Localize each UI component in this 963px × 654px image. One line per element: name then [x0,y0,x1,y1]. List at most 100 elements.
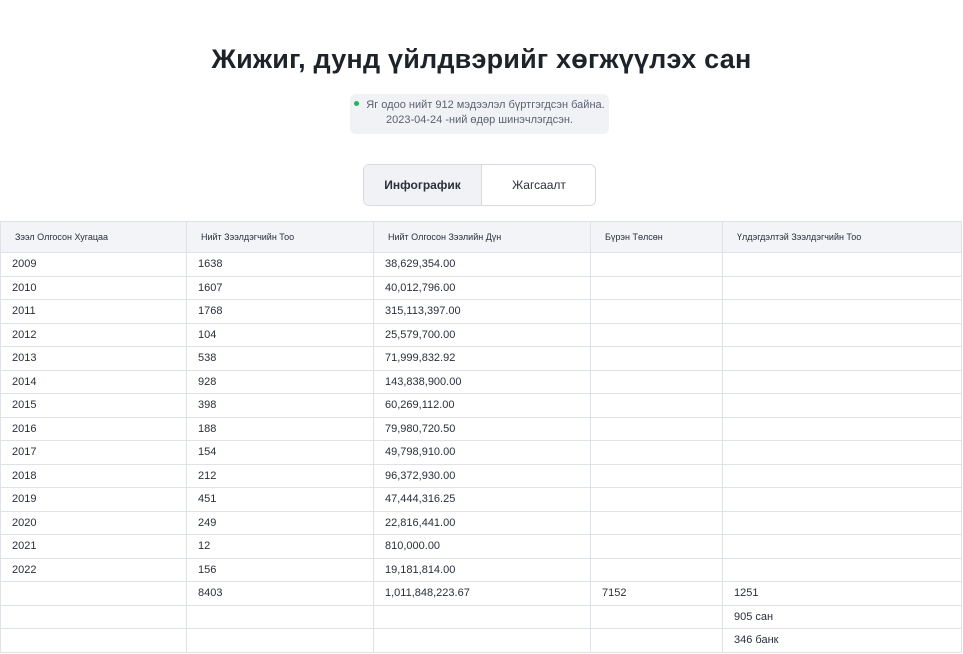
table-cell [722,299,962,324]
table-row: 2011 1768 315,113,397.00 [0,299,962,324]
table-cell [722,557,962,582]
table-row: 8403 1,011,848,223.67 7152 1251 [0,581,962,606]
table-row: 2013 538 71,999,832.92 [0,346,962,371]
table-cell [722,252,962,277]
table-cell: 1251 [722,581,962,606]
table-cell [590,369,723,394]
table-cell: 7152 [590,581,723,606]
table-cell: 2018 [0,463,187,488]
table-cell [590,252,723,277]
table-cell: 2014 [0,369,187,394]
table-row: 905 сан [0,604,962,629]
table-cell: 2009 [0,252,187,277]
table-cell [590,416,723,441]
table-cell [590,487,723,512]
notice-text-2: 2023-04-24 -ний өдөр шинэчлэгдсэн. [386,114,573,126]
table-cell: 188 [186,416,374,441]
table-cell: 315,113,397.00 [373,299,591,324]
table-cell: 810,000.00 [373,534,591,559]
table-cell: 928 [186,369,374,394]
table-cell [590,534,723,559]
table-cell [590,604,723,629]
table-cell [590,346,723,371]
table-cell [373,628,591,653]
table-cell [590,510,723,535]
table-cell: 212 [186,463,374,488]
status-dot-icon [354,100,360,106]
page-title: Жижиг, дунд үйлдвэрийг хөгжүүлэх сан [211,44,752,74]
table-row: 2020 249 22,816,441.00 [0,510,962,535]
table-cell: 2012 [0,322,187,347]
table-cell: 19,181,814.00 [373,557,591,582]
table-row: 2010 1607 40,012,796.00 [0,275,962,300]
table-cell [722,510,962,535]
table-row: 2009 1638 38,629,354.00 [0,252,962,277]
column-header: Үлдэгдэлтэй Зээлдэгчийн Тоо [722,221,962,253]
update-notice: Яг одоо нийт 912 мэдээлэл бүртгэгдсэн ба… [350,94,609,134]
table-cell: 451 [186,487,374,512]
table-header-row: Зээл Олгосон Хугацаа Нийт Зээлдэгчийн То… [0,221,962,253]
table-cell: 2021 [0,534,187,559]
table-cell [0,604,187,629]
table-cell [722,369,962,394]
column-header: Нийт Зээлдэгчийн Тоо [186,221,374,253]
table-cell: 143,838,900.00 [373,369,591,394]
table-cell: 2013 [0,346,187,371]
table-row: 2016 188 79,980,720.50 [0,416,962,441]
table-row: 2017 154 49,798,910.00 [0,440,962,465]
table-cell: 249 [186,510,374,535]
table-cell [590,557,723,582]
table-cell: 47,444,316.25 [373,487,591,512]
table-cell: 71,999,832.92 [373,346,591,371]
table-cell: 38,629,354.00 [373,252,591,277]
table-cell [722,416,962,441]
table-cell: 154 [186,440,374,465]
table-cell [722,346,962,371]
table-cell [590,393,723,418]
table-cell: 40,012,796.00 [373,275,591,300]
notice-line-1: Яг одоо нийт 912 мэдээлэл бүртгэгдсэн ба… [350,98,609,113]
table-cell: 2015 [0,393,187,418]
table-cell: 79,980,720.50 [373,416,591,441]
table-cell [722,487,962,512]
table-cell [0,581,187,606]
table-cell [722,322,962,347]
table-cell: 25,579,700.00 [373,322,591,347]
table-cell: 1768 [186,299,374,324]
table-cell [722,463,962,488]
table-row: 2021 12 810,000.00 [0,534,962,559]
table-cell: 1638 [186,252,374,277]
notice-text-1: Яг одоо нийт 912 мэдээлэл бүртгэгдсэн ба… [366,99,605,111]
table-cell: 12 [186,534,374,559]
tab-infographic[interactable]: Инфографик [364,165,482,205]
table-cell [722,275,962,300]
table-cell: 2016 [0,416,187,441]
view-tabs: Инфографик Жагсаалт [363,164,596,206]
table-cell: 398 [186,393,374,418]
column-header: Бүрэн Төлсөн [590,221,723,253]
table-cell: 49,798,910.00 [373,440,591,465]
table-cell: 2019 [0,487,187,512]
table-cell [373,604,591,629]
loan-table: Зээл Олгосон Хугацаа Нийт Зээлдэгчийн То… [0,221,962,653]
table-cell [722,393,962,418]
table-cell: 538 [186,346,374,371]
table-row: 2019 451 47,444,316.25 [0,487,962,512]
table-cell: 22,816,441.00 [373,510,591,535]
table-cell: 905 сан [722,604,962,629]
table-row: 2012 104 25,579,700.00 [0,322,962,347]
column-header: Нийт Олгосон Зээлийн Дүн [373,221,591,253]
tab-list[interactable]: Жагсаалт [482,165,595,205]
table-cell: 60,269,112.00 [373,393,591,418]
table-cell [0,628,187,653]
table-row: 2018 212 96,372,930.00 [0,463,962,488]
column-header: Зээл Олгосон Хугацаа [0,221,187,253]
table-cell: 156 [186,557,374,582]
table-cell: 2022 [0,557,187,582]
table-cell: 1,011,848,223.67 [373,581,591,606]
table-cell: 96,372,930.00 [373,463,591,488]
table-cell [590,440,723,465]
table-cell: 8403 [186,581,374,606]
table-cell: 2010 [0,275,187,300]
table-cell: 346 банк [722,628,962,653]
